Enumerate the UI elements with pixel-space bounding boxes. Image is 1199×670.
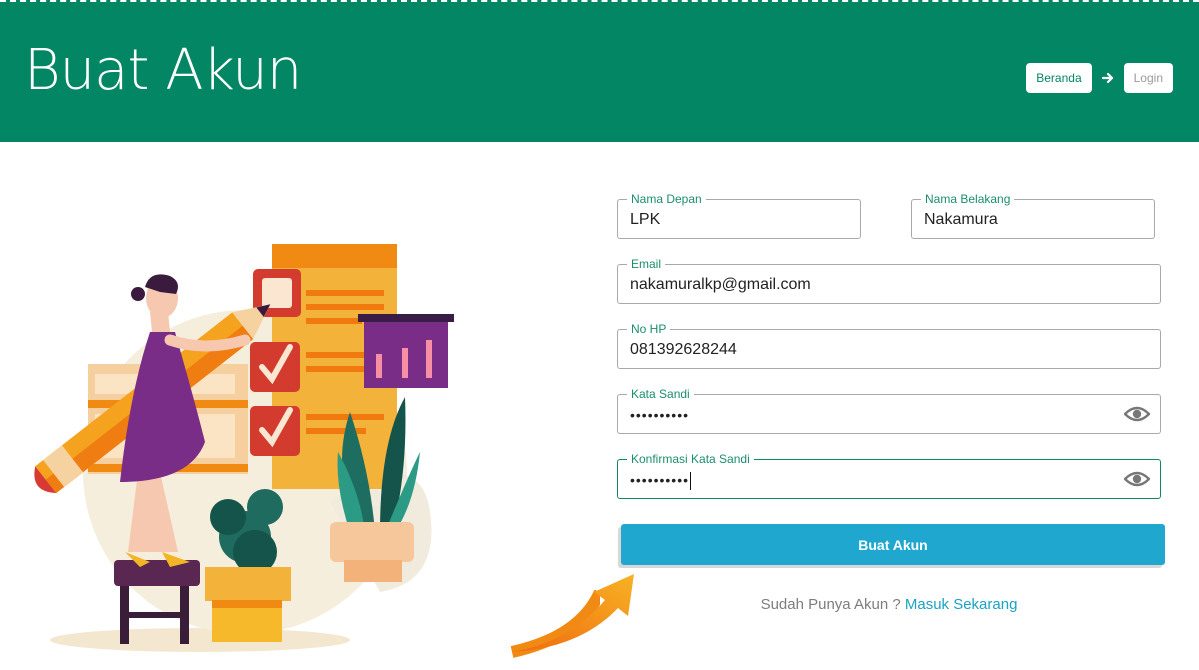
last-name-value[interactable]: Nakamura	[924, 200, 998, 238]
breadcrumb: Beranda Login	[1026, 63, 1173, 93]
first-name-value[interactable]: LPK	[630, 200, 660, 238]
eye-icon[interactable]	[1123, 404, 1151, 424]
confirm-password-text: ••••••••••	[630, 472, 690, 488]
text-caret	[690, 472, 692, 491]
email-value[interactable]: nakamuralkp@gmail.com	[630, 265, 811, 303]
first-name-field[interactable]: Nama Depan LPK	[617, 191, 861, 239]
arrow-right-icon	[1092, 63, 1124, 93]
login-prompt: Sudah Punya Akun ? Masuk Sekarang	[617, 596, 1161, 613]
last-name-field[interactable]: Nama Belakang Nakamura	[911, 191, 1155, 239]
login-link[interactable]: Masuk Sekarang	[905, 596, 1018, 613]
login-prompt-text: Sudah Punya Akun ?	[760, 596, 905, 613]
password-value[interactable]: ••••••••••	[630, 395, 689, 433]
breadcrumb-home-link[interactable]: Beranda	[1026, 63, 1092, 93]
confirm-password-value[interactable]: ••••••••••	[630, 460, 692, 498]
password-field[interactable]: Kata Sandi ••••••••••	[617, 386, 1161, 434]
page-title: Buat Akun	[24, 38, 302, 103]
eye-icon[interactable]	[1123, 469, 1151, 489]
phone-value[interactable]: 081392628244	[630, 330, 737, 368]
breadcrumb-current[interactable]: Login	[1123, 63, 1173, 93]
create-account-button[interactable]: Buat Akun	[621, 524, 1165, 565]
confirm-password-field[interactable]: Konfirmasi Kata Sandi ••••••••••	[617, 451, 1161, 499]
email-field[interactable]: Email nakamuralkp@gmail.com	[617, 256, 1161, 304]
phone-field[interactable]: No HP 081392628244	[617, 321, 1161, 369]
page-header: Buat Akun Beranda Login	[0, 0, 1199, 142]
